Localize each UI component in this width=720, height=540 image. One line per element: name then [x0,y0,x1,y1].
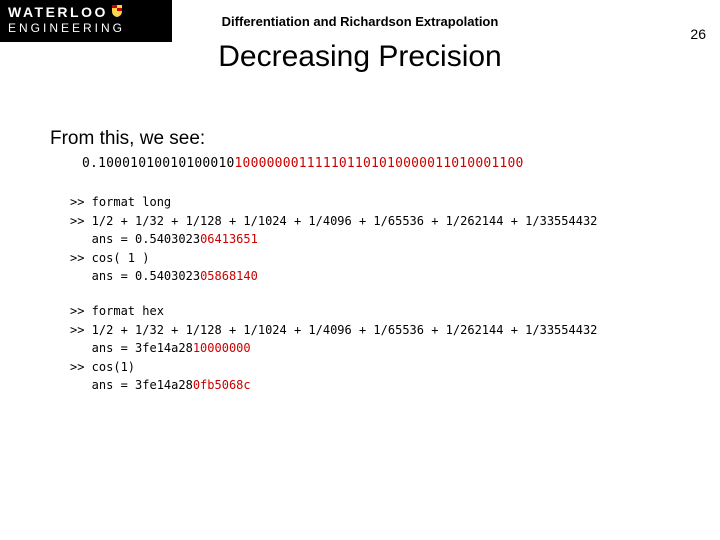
ans-label: ans = [70,378,135,392]
code-line: >> 1/2 + 1/32 + 1/128 + 1/1024 + 1/4096 … [70,212,680,231]
ans-significant: 0.5403023 [135,269,200,283]
binary-significant: 10001010010100010 [98,156,234,171]
code-block-long: >> format long >> 1/2 + 1/32 + 1/128 + 1… [70,193,680,286]
code-line: >> format long [70,193,680,212]
ans-tail: 06413651 [200,232,258,246]
code-line: >> 1/2 + 1/32 + 1/128 + 1/1024 + 1/4096 … [70,321,680,340]
code-line: ans = 3fe14a280fb5068c [70,376,680,395]
ans-label: ans = [70,269,135,283]
ans-tail: 10000000 [193,341,251,355]
code-line: ans = 3fe14a2810000000 [70,339,680,358]
ans-label: ans = [70,341,135,355]
ans-tail: 0fb5068c [193,378,251,392]
code-line: >> format hex [70,302,680,321]
code-line: >> cos(1) [70,358,680,377]
lead-text: From this, we see: [50,128,680,150]
slide-body: From this, we see: 0.1000101001010001010… [50,128,680,411]
page-number: 26 [690,26,706,42]
binary-tail: 100000001111101101010000011010001100 [235,156,524,171]
code-block-hex: >> format hex >> 1/2 + 1/32 + 1/128 + 1/… [70,302,680,395]
code-line: ans = 0.540302305868140 [70,267,680,286]
ans-tail: 05868140 [200,269,258,283]
header-caption: Differentiation and Richardson Extrapola… [0,14,720,29]
ans-significant: 3fe14a28 [135,341,193,355]
slide-title: Decreasing Precision [0,40,720,74]
code-line: >> cos( 1 ) [70,249,680,268]
code-line: ans = 0.540302306413651 [70,230,680,249]
binary-representation: 0.10001010010100010100000001111101101010… [82,156,680,171]
ans-label: ans = [70,232,135,246]
ans-significant: 0.5403023 [135,232,200,246]
binary-prefix: 0. [82,156,98,171]
ans-significant: 3fe14a28 [135,378,193,392]
